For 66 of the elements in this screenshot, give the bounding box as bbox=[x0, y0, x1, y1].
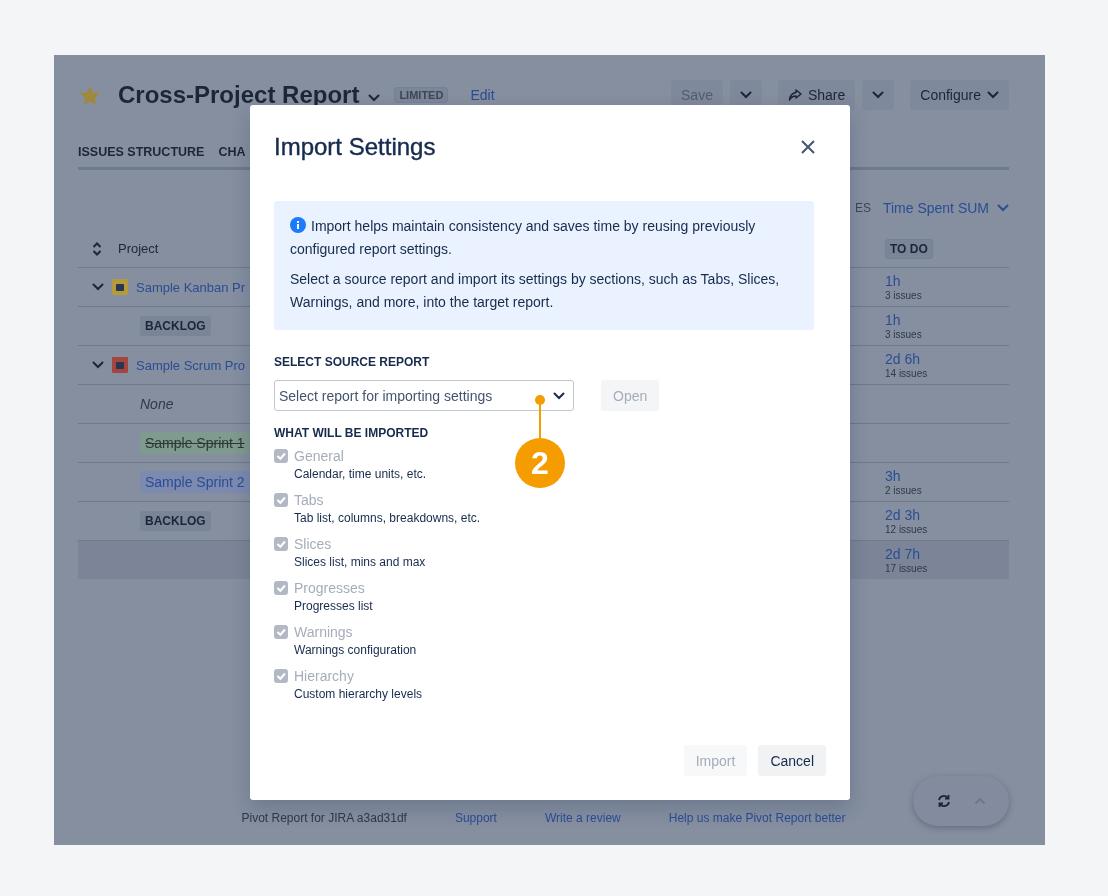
chevron-down-icon bbox=[553, 392, 565, 400]
chevron-down-icon bbox=[997, 204, 1009, 212]
time-value[interactable]: 2d 7h bbox=[885, 545, 1009, 562]
chevron-down-icon[interactable] bbox=[92, 283, 104, 291]
report-title: Cross-Project Report bbox=[118, 81, 360, 109]
time-value[interactable]: 3h bbox=[885, 467, 1009, 484]
section-description: Warnings configuration bbox=[294, 642, 417, 659]
measure-dropdown[interactable]: Time Spent SUM bbox=[882, 200, 1009, 216]
chevron-down-icon bbox=[987, 91, 999, 99]
time-value[interactable]: 1h bbox=[885, 272, 1009, 289]
sprint-tag[interactable]: Sample Sprint 2 bbox=[140, 471, 250, 493]
time-value[interactable]: 2d 3h bbox=[885, 506, 1009, 523]
dialog-title: Import Settings bbox=[274, 132, 436, 162]
info-text: Select a source report and import its settings by sections, such as Tabs, Slices, Warnings, and more, into the target report. bbox=[290, 270, 781, 312]
column-header: Project bbox=[118, 241, 159, 256]
backlog-tag: BACKLOG bbox=[140, 511, 211, 531]
leader-line bbox=[535, 395, 545, 439]
tab[interactable]: CHA bbox=[218, 145, 246, 159]
info-text: Import helps maintain consistency and saves time by reusing previously configured report settings. bbox=[290, 216, 757, 259]
section-description: Slices list, mins and max bbox=[294, 554, 426, 571]
section-label: General bbox=[294, 447, 345, 465]
section-label: Hierarchy bbox=[294, 667, 355, 685]
star-icon[interactable] bbox=[79, 84, 101, 106]
toolbar-button[interactable]: Configure bbox=[910, 80, 1009, 110]
column-header: TO DO bbox=[885, 238, 933, 259]
section-description: Custom hierarchy levels bbox=[294, 686, 423, 703]
chevron-down-icon bbox=[368, 94, 381, 102]
section-label: Warnings bbox=[294, 623, 354, 641]
field-label: SELECT SOURCE REPORT bbox=[274, 354, 431, 370]
project-link[interactable]: Sample Scrum Pro bbox=[136, 357, 246, 373]
section-heading: WHAT WILL BE IMPORTED bbox=[274, 425, 430, 441]
issue-count: 3 issues bbox=[885, 288, 923, 302]
tab[interactable]: ISSUES STRUCTURE bbox=[78, 145, 205, 159]
limited-badge: LIMITED bbox=[394, 87, 449, 103]
share-icon bbox=[787, 89, 802, 101]
section-label: Slices bbox=[294, 535, 333, 553]
issue-count: 14 issues bbox=[885, 366, 929, 380]
issue-count: 3 issues bbox=[885, 327, 923, 341]
chevron-down-icon bbox=[872, 91, 885, 99]
section-label: Tabs bbox=[294, 491, 325, 509]
report-select[interactable]: Select report for importing settings bbox=[274, 380, 574, 411]
chevron-down-icon bbox=[739, 91, 752, 99]
columns-label: ES bbox=[854, 201, 871, 215]
sort-icon[interactable] bbox=[92, 241, 102, 256]
issue-count: 17 issues bbox=[885, 561, 929, 575]
footer-link[interactable]: Help us make Pivot Report better bbox=[668, 811, 846, 825]
issue-count: 12 issues bbox=[885, 522, 929, 536]
sprint-tag[interactable]: Sample Sprint 1 bbox=[140, 432, 250, 454]
section-label: Progresses bbox=[294, 579, 366, 597]
footer-link[interactable]: Write a review bbox=[544, 811, 621, 825]
cancel-button[interactable]: Cancel bbox=[758, 745, 826, 776]
issue-count: 2 issues bbox=[885, 483, 923, 497]
chevron-down-icon[interactable] bbox=[92, 361, 104, 369]
section-description: Progresses list bbox=[294, 598, 373, 615]
section-description: Calendar, time units, etc. bbox=[294, 466, 427, 483]
edit-link[interactable]: Edit bbox=[470, 87, 495, 103]
footer-text: Pivot Report for JIRA a3ad31df bbox=[241, 811, 407, 825]
backlog-tag: BACKLOG bbox=[140, 316, 211, 336]
footer-link[interactable]: Support bbox=[454, 811, 497, 825]
section-description: Tab list, columns, breakdowns, etc. bbox=[294, 510, 481, 527]
time-value[interactable]: 1h bbox=[885, 311, 1009, 328]
project-link[interactable]: Sample Kanban Pr bbox=[136, 279, 246, 295]
none-label: None bbox=[140, 396, 174, 412]
step-marker: 2 bbox=[515, 438, 565, 488]
time-value[interactable]: 2d 6h bbox=[885, 350, 1009, 367]
info-icon bbox=[290, 217, 306, 233]
